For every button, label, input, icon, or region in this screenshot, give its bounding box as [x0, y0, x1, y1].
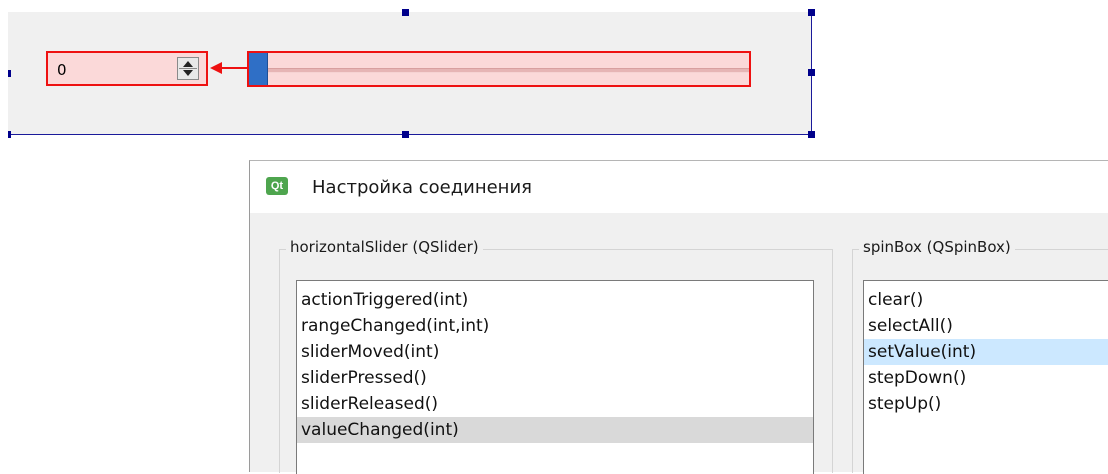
slot-item[interactable]: stepUp() [864, 391, 1108, 417]
spin-up-icon[interactable] [183, 61, 193, 67]
signal-item[interactable]: actionTriggered(int) [297, 287, 813, 313]
signal-item[interactable]: valueChanged(int) [297, 417, 813, 443]
slider-handle[interactable] [249, 53, 268, 85]
resize-handle-top-right[interactable] [808, 9, 815, 16]
spin-separator [179, 68, 197, 69]
receiver-group-label: spinBox (QSpinBox) [859, 238, 1015, 256]
slot-item[interactable]: clear() [864, 287, 1108, 313]
dialog-titlebar[interactable]: Qt Настройка соединения [250, 161, 1108, 213]
sender-groupbox: horizontalSlider (QSlider) actionTrigger… [279, 238, 833, 474]
resize-handle-top[interactable] [402, 9, 409, 16]
form-border-bottom [8, 134, 812, 135]
slider-groove [267, 68, 749, 73]
signal-item[interactable]: sliderPressed() [297, 365, 813, 391]
signal-item[interactable]: sliderReleased() [297, 391, 813, 417]
qt-app-icon: Qt [266, 177, 288, 195]
slot-list[interactable]: clear() selectAll() setValue(int) stepDo… [863, 280, 1108, 474]
spin-down-icon[interactable] [183, 70, 193, 76]
signal-item[interactable]: sliderMoved(int) [297, 339, 813, 365]
receiver-groupbox: spinBox (QSpinBox) clear() selectAll() s… [852, 238, 1108, 474]
connection-dialog: Qt Настройка соединения horizontalSlider… [249, 160, 1108, 474]
slot-item[interactable]: stepDown() [864, 365, 1108, 391]
signal-item[interactable]: rangeChanged(int,int) [297, 313, 813, 339]
connection-arrow-icon [210, 62, 222, 74]
slot-item[interactable]: selectAll() [864, 313, 1108, 339]
resize-handle-right[interactable] [808, 69, 815, 76]
resize-handle-left[interactable] [8, 70, 11, 77]
sender-group-label: horizontalSlider (QSlider) [286, 238, 483, 256]
dialog-title: Настройка соединения [312, 177, 532, 198]
spinbox-widget[interactable]: 0 [46, 51, 208, 86]
spinbox-stepper[interactable] [177, 57, 199, 80]
connection-line [222, 67, 248, 69]
resize-handle-bottom[interactable] [402, 131, 409, 138]
spinbox-value: 0 [57, 61, 67, 79]
signal-list[interactable]: actionTriggered(int) rangeChanged(int,in… [296, 280, 814, 474]
horizontal-slider-widget[interactable] [247, 51, 751, 87]
resize-handle-bottom-right[interactable] [808, 131, 815, 138]
slot-item[interactable]: setValue(int) [864, 339, 1108, 365]
resize-handle-bottom-left[interactable] [8, 131, 11, 138]
